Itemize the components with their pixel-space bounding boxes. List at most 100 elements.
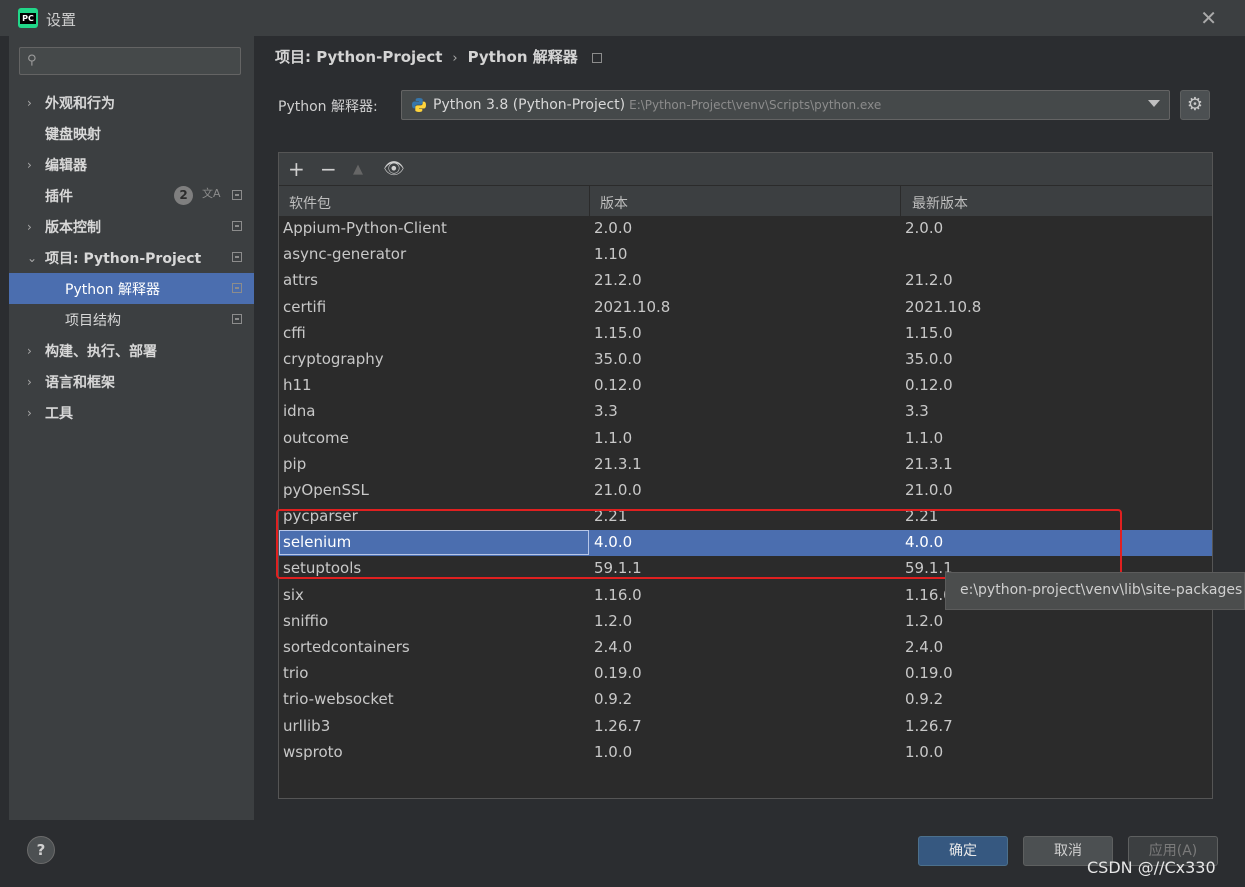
version-cell: 2.4.0 bbox=[594, 638, 633, 656]
sidebar-item[interactable]: › 语言和框架 bbox=[9, 366, 254, 397]
version-cell: 3.3 bbox=[594, 402, 618, 421]
version-cell: 1.2.0 bbox=[594, 611, 633, 630]
version-cell: 35.0.0 bbox=[594, 349, 642, 368]
package-name-cell: outcome bbox=[283, 428, 349, 447]
sidebar-item[interactable]: 项目结构 bbox=[9, 304, 254, 335]
version-cell: 2021.10.8 bbox=[594, 297, 671, 316]
package-name-cell: pycparser bbox=[283, 507, 358, 526]
version-cell: 2.21 bbox=[594, 507, 628, 526]
package-name-cell: idna bbox=[283, 402, 316, 421]
latest-version-cell: 4.0.0 bbox=[905, 533, 944, 552]
table-row[interactable]: async-generator 1.10 bbox=[279, 242, 1212, 268]
add-package-icon[interactable]: + bbox=[288, 157, 305, 181]
sidebar-item-label: 语言和框架 bbox=[45, 374, 115, 391]
ok-button[interactable]: 确定 bbox=[918, 836, 1008, 866]
table-row[interactable]: wsproto 1.0.0 1.0.0 bbox=[279, 740, 1212, 766]
title-bar: PC 设置 ✕ bbox=[0, 0, 1245, 36]
chevron-right-icon[interactable]: › bbox=[27, 96, 32, 110]
chevron-right-icon[interactable]: › bbox=[27, 344, 32, 358]
packages-table-header: 软件包 版本 最新版本 bbox=[279, 185, 1212, 216]
package-name-cell: selenium bbox=[283, 533, 352, 552]
interpreter-settings-gear-icon[interactable]: ⚙ bbox=[1180, 90, 1210, 120]
table-row[interactable]: outcome 1.1.0 1.1.0 bbox=[279, 426, 1212, 452]
chevron-right-icon[interactable]: › bbox=[27, 375, 32, 389]
sidebar-item[interactable]: › 编辑器 bbox=[9, 149, 254, 180]
table-row[interactable]: h11 0.12.0 0.12.0 bbox=[279, 373, 1212, 399]
table-row[interactable]: pip 21.3.1 21.3.1 bbox=[279, 452, 1212, 478]
upgrade-package-icon[interactable]: ▲ bbox=[353, 162, 363, 177]
column-header-latest-version[interactable]: 最新版本 bbox=[912, 193, 968, 213]
package-name-cell: trio bbox=[283, 664, 309, 683]
version-cell: 0.19.0 bbox=[594, 664, 642, 683]
chevron-right-icon[interactable]: › bbox=[27, 406, 32, 420]
breadcrumb-project[interactable]: 项目: Python-Project bbox=[275, 48, 442, 66]
sidebar-item[interactable]: ⌄ 项目: Python-Project bbox=[9, 242, 254, 273]
column-divider bbox=[900, 186, 901, 216]
table-row[interactable]: sortedcontainers 2.4.0 2.4.0 bbox=[279, 635, 1212, 661]
table-row[interactable]: cffi 1.15.0 1.15.0 bbox=[279, 321, 1212, 347]
packages-panel: + − ▲ 👁 软件包 版本 最新版本 Appium-Python-Client… bbox=[278, 152, 1213, 799]
project-scope-icon bbox=[232, 190, 242, 200]
sidebar-item[interactable]: 插件 2 文A bbox=[9, 180, 254, 211]
latest-version-cell: 1.26.7 bbox=[905, 716, 953, 735]
sidebar-item[interactable]: 键盘映射 bbox=[9, 118, 254, 149]
project-scope-icon bbox=[232, 283, 242, 293]
package-name-cell: sniffio bbox=[283, 611, 329, 630]
latest-version-cell: 2.0.0 bbox=[905, 219, 944, 237]
table-row[interactable]: pycparser 2.21 2.21 bbox=[279, 504, 1212, 530]
version-cell: 1.16.0 bbox=[594, 585, 642, 604]
column-header-version[interactable]: 版本 bbox=[600, 193, 628, 213]
sidebar-item-label: 工具 bbox=[45, 405, 73, 422]
package-name-cell: Appium-Python-Client bbox=[283, 219, 447, 237]
sidebar-item[interactable]: Python 解释器 bbox=[9, 273, 254, 304]
latest-version-cell: 0.19.0 bbox=[905, 664, 953, 683]
interpreter-name: Python 3.8 (Python-Project) E:\Python-Pro… bbox=[433, 97, 882, 113]
python-icon bbox=[412, 98, 426, 112]
table-row[interactable]: idna 3.3 3.3 bbox=[279, 399, 1212, 425]
chevron-right-icon[interactable]: › bbox=[27, 158, 32, 172]
table-row[interactable]: certifi 2021.10.8 2021.10.8 bbox=[279, 295, 1212, 321]
table-row[interactable]: attrs 21.2.0 21.2.0 bbox=[279, 268, 1212, 294]
package-name-cell: cryptography bbox=[283, 349, 384, 368]
version-cell: 0.9.2 bbox=[594, 690, 633, 709]
latest-version-cell: 21.3.1 bbox=[905, 454, 953, 473]
package-name-cell: h11 bbox=[283, 376, 312, 395]
show-early-releases-eye-icon[interactable]: 👁 bbox=[383, 159, 405, 179]
table-row[interactable]: cryptography 35.0.0 35.0.0 bbox=[279, 347, 1212, 373]
window-title: 设置 bbox=[46, 11, 77, 29]
table-row[interactable]: selenium 4.0.0 4.0.0 bbox=[279, 530, 1212, 557]
project-scope-icon bbox=[591, 52, 602, 63]
sidebar-item[interactable]: › 外观和行为 bbox=[9, 87, 254, 118]
table-row[interactable]: urllib3 1.26.7 1.26.7 bbox=[279, 714, 1212, 740]
package-name-cell: pip bbox=[283, 454, 307, 473]
remove-package-icon[interactable]: − bbox=[320, 157, 337, 181]
package-path-tooltip: e:\python-project\venv\lib\site-packages bbox=[945, 572, 1245, 610]
table-row[interactable]: pyOpenSSL 21.0.0 21.0.0 bbox=[279, 478, 1212, 504]
table-row[interactable]: Appium-Python-Client 2.0.0 2.0.0 bbox=[279, 216, 1212, 242]
pycharm-app-icon: PC bbox=[18, 8, 38, 28]
help-button[interactable]: ? bbox=[27, 836, 55, 864]
table-row[interactable]: sniffio 1.2.0 1.2.0 bbox=[279, 609, 1212, 635]
sidebar-item[interactable]: › 构建、执行、部署 bbox=[9, 335, 254, 366]
sidebar-item[interactable]: › 版本控制 bbox=[9, 211, 254, 242]
latest-version-cell: 3.3 bbox=[905, 402, 929, 421]
column-header-package[interactable]: 软件包 bbox=[289, 193, 331, 213]
package-name-cell: cffi bbox=[283, 323, 306, 342]
latest-version-cell: 2.21 bbox=[905, 507, 939, 526]
sidebar-item[interactable]: › 工具 bbox=[9, 397, 254, 428]
version-cell: 21.0.0 bbox=[594, 480, 642, 499]
table-row[interactable]: trio 0.19.0 0.19.0 bbox=[279, 661, 1212, 687]
settings-search-input[interactable]: ⚲ bbox=[19, 47, 241, 75]
project-scope-icon bbox=[232, 221, 242, 231]
interpreter-label: Python 解释器: bbox=[278, 99, 378, 115]
chevron-down-icon[interactable]: ⌄ bbox=[27, 251, 37, 265]
close-icon[interactable]: ✕ bbox=[1200, 6, 1217, 30]
version-cell: 2.0.0 bbox=[594, 219, 633, 237]
chevron-right-icon[interactable]: › bbox=[27, 220, 32, 234]
package-name-cell: urllib3 bbox=[283, 716, 331, 735]
interpreter-select[interactable]: Python 3.8 (Python-Project) E:\Python-Pro… bbox=[401, 90, 1170, 120]
package-name-cell: async-generator bbox=[283, 245, 407, 264]
table-row[interactable]: trio-websocket 0.9.2 0.9.2 bbox=[279, 687, 1212, 713]
version-cell: 21.2.0 bbox=[594, 271, 642, 290]
project-scope-icon bbox=[232, 252, 242, 262]
